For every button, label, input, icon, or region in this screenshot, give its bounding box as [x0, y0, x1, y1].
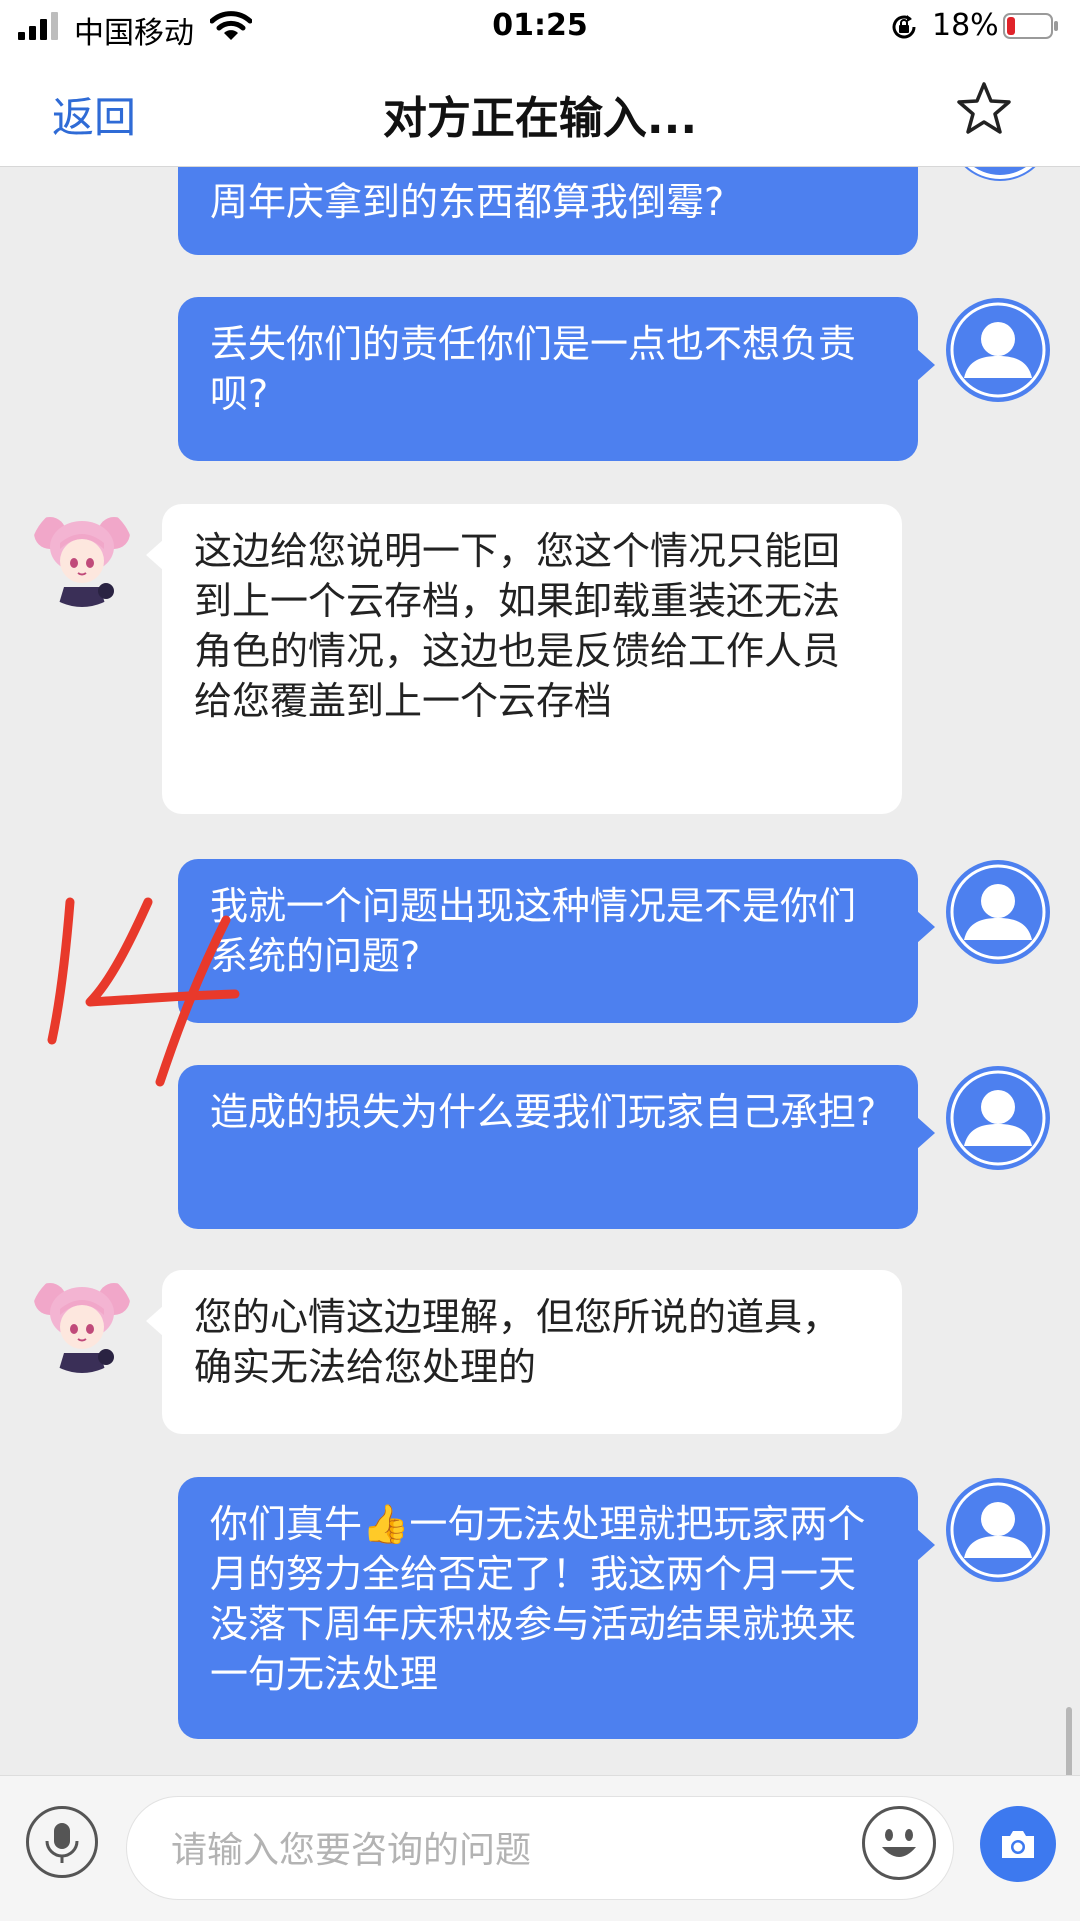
bubble-tail [917, 349, 935, 381]
camera-button[interactable] [980, 1806, 1056, 1882]
message-input[interactable]: 请输入您要咨询的问题 [126, 1796, 954, 1900]
anime-character-avatar-icon [30, 503, 134, 607]
navigation-bar: 返回 对方正在输入... [0, 54, 1080, 167]
message-input-bar: 请输入您要咨询的问题 [0, 1775, 1080, 1921]
battery-icon [1003, 13, 1058, 39]
camera-icon [1002, 1831, 1034, 1858]
user-avatar [946, 1478, 1050, 1582]
emoji-button[interactable] [862, 1806, 936, 1880]
user-avatar [946, 860, 1050, 964]
rotation-lock-icon [892, 15, 916, 39]
user-silhouette-icon [967, 167, 1033, 179]
bubble-tail [917, 911, 935, 943]
thumbs-up-emoji: 👍 [362, 1502, 410, 1546]
agent-avatar [30, 503, 134, 607]
handwritten-annotation-14 [47, 897, 240, 1087]
anime-character-avatar-icon [30, 1269, 134, 1373]
user-silhouette-icon [948, 1068, 1048, 1168]
battery-percentage: 18% [932, 8, 999, 43]
user-message-bubble[interactable]: 丢失你们的责任你们是一点也不想负责呗? [178, 297, 918, 461]
message-text: 您的心情这边理解，但您所说的道具，确实无法给您处理的 [194, 1295, 841, 1389]
microphone-icon [45, 1823, 79, 1863]
bubble-tail [917, 1117, 935, 1149]
user-avatar [946, 1066, 1050, 1170]
user-message-bubble[interactable]: 你们真牛👍一句无法处理就把玩家两个月的努力全给否定了！我这两个月一天没落下周年庆… [178, 1477, 918, 1739]
message-text: 丢失你们的责任你们是一点也不想负责呗? [210, 322, 857, 416]
emoji-icon [882, 1829, 916, 1857]
bubble-tail [917, 1529, 935, 1561]
agent-avatar [30, 1269, 134, 1373]
message-text: 周年庆拿到的东西都算我倒霉? [210, 180, 725, 224]
status-time: 01:25 [492, 8, 588, 43]
chat-message-list[interactable]: 周年庆拿到的东西都算我倒霉? 丢失你们的责任你们是一点也不想负责呗? 这边给您说… [0, 167, 1080, 1775]
user-silhouette-icon [948, 862, 1048, 962]
user-silhouette-icon [948, 300, 1048, 400]
user-silhouette-icon [948, 1480, 1048, 1580]
message-text: 造成的损失为什么要我们玩家自己承担? [210, 1090, 877, 1134]
page-title: 对方正在输入... [382, 93, 698, 144]
user-message-bubble[interactable]: 我就一个问题出现这种情况是不是你们系统的问题? [178, 859, 918, 1023]
message-text: 这边给您说明一下，您这个情况只能回到上一个云存档，如果卸载重装还无法角色的情况，… [194, 529, 841, 723]
user-avatar [948, 167, 1052, 181]
user-message-bubble[interactable]: 造成的损失为什么要我们玩家自己承担? [178, 1065, 918, 1229]
status-bar: 中国移动 01:25 18% [0, 0, 1080, 54]
user-avatar [946, 298, 1050, 402]
star-icon[interactable] [955, 80, 1013, 138]
user-message-bubble[interactable]: 周年庆拿到的东西都算我倒霉? [178, 167, 918, 255]
message-text: 我就一个问题出现这种情况是不是你们系统的问题? [210, 884, 857, 978]
message-text-part: 你们真牛 [210, 1502, 363, 1546]
agent-message-bubble[interactable]: 您的心情这边理解，但您所说的道具，确实无法给您处理的 [162, 1270, 902, 1434]
voice-input-button[interactable] [26, 1806, 98, 1878]
scroll-indicator[interactable] [1066, 1707, 1072, 1775]
message-text: 你们真牛👍一句无法处理就把玩家两个月的努力全给否定了！我这两个月一天没落下周年庆… [210, 1502, 865, 1696]
input-placeholder: 请输入您要咨询的问题 [171, 1830, 532, 1871]
agent-message-bubble[interactable]: 这边给您说明一下，您这个情况只能回到上一个云存档，如果卸载重装还无法角色的情况，… [162, 504, 902, 814]
